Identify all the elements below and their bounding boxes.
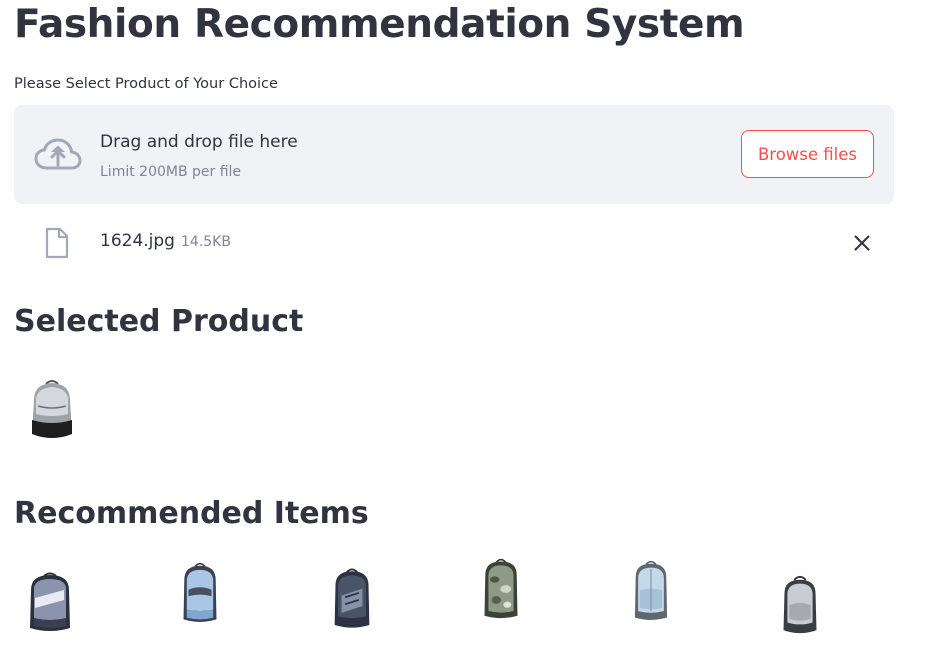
browse-files-button[interactable]: Browse files	[741, 130, 874, 178]
dropzone-title: Drag and drop file here	[100, 132, 298, 152]
recommended-items-heading: Recommended Items	[14, 496, 369, 531]
file-dropzone[interactable]: Drag and drop file here Limit 200MB per …	[14, 105, 894, 204]
recommended-item-image[interactable]	[324, 566, 380, 632]
file-icon	[45, 227, 69, 259]
file-size: 14.5KB	[181, 234, 231, 250]
recommended-item-image[interactable]	[623, 558, 679, 624]
uploaded-file-row: 1624.jpg 14.5KB	[14, 224, 894, 264]
recommended-item-image[interactable]	[172, 560, 228, 626]
file-name: 1624.jpg	[100, 231, 175, 251]
selected-product-heading: Selected Product	[14, 304, 304, 339]
dropzone-limit: Limit 200MB per file	[100, 164, 242, 180]
close-icon[interactable]	[852, 233, 872, 253]
recommended-item-image[interactable]	[473, 556, 529, 622]
cloud-upload-icon	[34, 138, 82, 170]
recommended-item-image[interactable]	[772, 572, 828, 638]
upload-label: Please Select Product of Your Choice	[14, 76, 278, 92]
selected-product-image	[32, 380, 72, 438]
page-title: Fashion Recommendation System	[14, 2, 745, 47]
recommended-item-image[interactable]	[22, 570, 78, 636]
